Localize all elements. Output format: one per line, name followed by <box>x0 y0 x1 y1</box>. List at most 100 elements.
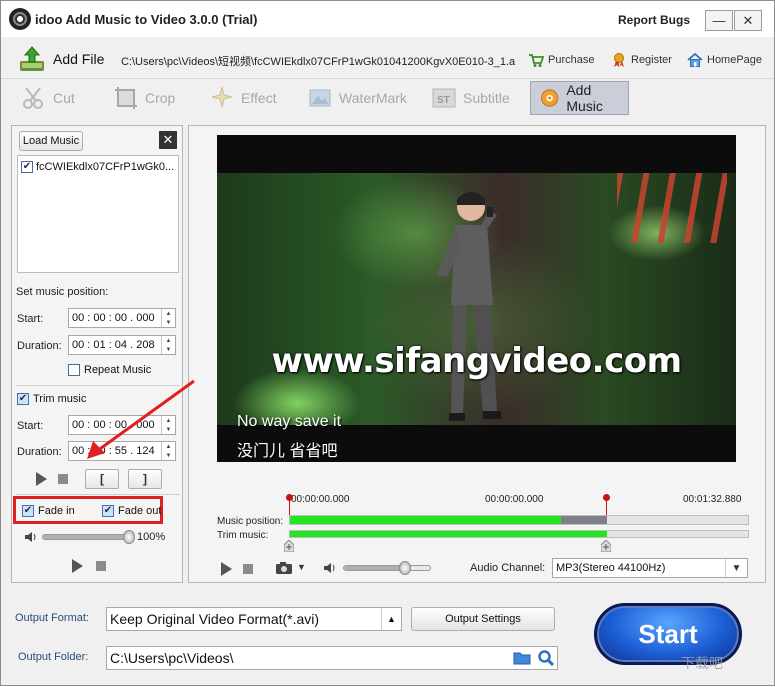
cart-icon <box>529 54 544 67</box>
purchase-link[interactable]: Purchase <box>528 52 594 68</box>
duration-stepper[interactable]: ▲ ▼ <box>161 336 175 354</box>
brand-watermark: 下载吧 <box>681 655 723 671</box>
music-panel: Load Music ✕ ✔ fcCWIEkdlx07CFrP1wGk0... … <box>11 125 183 583</box>
load-music-button[interactable]: Load Music <box>19 131 83 151</box>
register-link[interactable]: Register <box>611 52 672 68</box>
tab-watermark[interactable]: WaterMark <box>299 81 415 115</box>
file-path: C:\Users\pc\Videos\短视频\fcCWIEkdlx07CFrP1… <box>121 56 516 68</box>
music-play-button[interactable] <box>36 472 47 486</box>
timeline-start-time: 00:00:00.000 <box>291 494 350 505</box>
fade-out-box[interactable]: ✔ <box>102 505 114 517</box>
tab-add-music[interactable]: Add Music <box>530 81 629 115</box>
fade-out-label: Fade out <box>118 505 162 517</box>
fade-in-checkbox[interactable]: ✔ Fade in <box>22 505 75 517</box>
trim-duration-stepper[interactable]: ▲ ▼ <box>161 442 175 460</box>
subtitle-icon: ST <box>432 88 456 108</box>
speaker-icon[interactable] <box>24 531 38 543</box>
tab-cut[interactable]: Cut <box>13 81 83 115</box>
player-volume-knob[interactable] <box>399 561 412 575</box>
preview-stop-button[interactable] <box>96 561 106 571</box>
subtitle-english: No way save it <box>237 413 342 430</box>
fade-in-label: Fade in <box>38 505 75 517</box>
home-icon <box>687 52 703 67</box>
repeat-music-checkbox[interactable]: Repeat Music <box>68 364 151 376</box>
player-volume-slider[interactable] <box>343 561 431 575</box>
search-icon[interactable] <box>537 649 555 667</box>
crop-icon <box>115 87 137 109</box>
trim-music-checkbox[interactable]: ✔ Trim music <box>17 393 86 405</box>
trim-duration-input[interactable]: 00 : 00 : 55 . 124 ▲ ▼ <box>68 441 176 461</box>
preview-play-button[interactable] <box>72 559 83 573</box>
tab-crop[interactable]: Crop <box>105 81 183 115</box>
trim-start-handle[interactable] <box>284 540 294 552</box>
output-format-label: Output Format: <box>15 612 89 624</box>
trim-start-stepper[interactable]: ▲ ▼ <box>161 416 175 434</box>
singer-figure <box>437 192 501 421</box>
audio-channel-select[interactable]: MP3(Stereo 44100Hz) ▼ <box>552 558 748 578</box>
output-settings-button[interactable]: Output Settings <box>411 607 555 631</box>
set-music-position-label: Set music position: <box>16 286 109 298</box>
player-volume-fill <box>344 566 408 570</box>
trim-duration-label: Duration: <box>17 446 62 458</box>
tab-watermark-label: WaterMark <box>339 90 407 106</box>
tab-effect[interactable]: Effect <box>201 81 285 115</box>
music-volume-slider[interactable] <box>42 530 135 544</box>
start-time-stepper[interactable]: ▲ ▼ <box>161 309 175 327</box>
video-preview: www.sifangvideo.com No way save it 没门儿 省… <box>217 135 736 462</box>
music-position-fill <box>290 516 562 524</box>
title-bar: idoo Add Music to Video 3.0.0 (Trial) Re… <box>1 1 774 37</box>
ribbon-icon <box>614 53 624 67</box>
homepage-link[interactable]: HomePage <box>687 52 762 68</box>
list-item[interactable]: ✔ fcCWIEkdlx07CFrP1wGk0... <box>21 161 174 173</box>
start-time-input[interactable]: 00 : 00 : 00 . 000 ▲ ▼ <box>68 308 176 328</box>
tab-cut-label: Cut <box>53 90 75 106</box>
output-format-value: Keep Original Video Format(*.avi) <box>110 611 320 627</box>
tab-crop-label: Crop <box>145 90 176 106</box>
volume-percent: 100% <box>137 531 166 543</box>
music-volume-fill <box>43 535 131 539</box>
music-list: ✔ fcCWIEkdlx07CFrP1wGk0... <box>17 155 179 273</box>
folder-icon[interactable] <box>513 650 531 666</box>
output-folder-input[interactable]: C:\Users\pc\Videos\ <box>106 646 558 670</box>
add-file-button[interactable]: Add File <box>53 51 104 67</box>
music-position-track[interactable] <box>289 515 749 525</box>
mark-in-button[interactable]: [ <box>85 469 119 489</box>
minimize-button[interactable]: — <box>705 10 733 31</box>
duration-input[interactable]: 00 : 01 : 04 . 208 ▲ ▼ <box>68 335 176 355</box>
video-stop-button[interactable] <box>243 564 253 574</box>
add-file-icon[interactable] <box>17 45 47 73</box>
output-format-select[interactable]: Keep Original Video Format(*.avi) ▲ <box>106 607 402 631</box>
music-disc-icon <box>541 89 559 107</box>
timeline-end-time: 00:01:32.880 <box>683 494 742 505</box>
close-button[interactable]: ✕ <box>734 10 762 31</box>
camera-icon[interactable] <box>275 561 293 575</box>
fade-in-box[interactable]: ✔ <box>22 505 34 517</box>
tab-subtitle[interactable]: ST Subtitle <box>423 81 518 115</box>
mark-out-button[interactable]: ] <box>128 469 162 489</box>
homepage-label: HomePage <box>707 54 763 66</box>
trim-end-handle[interactable] <box>601 540 612 552</box>
music-item-checkbox[interactable]: ✔ <box>21 161 33 173</box>
chevron-down-icon[interactable]: ▼ <box>725 559 747 577</box>
fade-out-checkbox[interactable]: ✔ Fade out <box>102 505 161 517</box>
trim-start-input[interactable]: 00 : 00 : 00 . 000 ▲ ▼ <box>68 415 176 435</box>
window-title: idoo Add Music to Video 3.0.0 (Trial) <box>35 12 258 27</box>
svg-text:ST: ST <box>437 95 450 106</box>
music-volume-knob[interactable] <box>123 530 135 544</box>
stage-stripes <box>617 173 727 243</box>
trim-music-box[interactable]: ✔ <box>17 393 29 405</box>
repeat-music-box[interactable] <box>68 364 80 376</box>
remove-music-button[interactable]: ✕ <box>159 131 177 149</box>
trim-music-track-label: Trim music: <box>217 530 269 541</box>
snapshot-dropdown-icon[interactable]: ▼ <box>297 562 306 572</box>
trim-start-label: Start: <box>17 420 44 432</box>
player-speaker-icon[interactable] <box>323 562 337 574</box>
trim-duration-value: 00 : 00 : 55 . 124 <box>72 445 155 457</box>
music-stop-button[interactable] <box>58 474 68 484</box>
repeat-music-label: Repeat Music <box>84 364 152 376</box>
chevron-up-icon[interactable]: ▲ <box>381 608 401 630</box>
video-play-button[interactable] <box>221 562 232 576</box>
trim-music-track[interactable] <box>289 530 749 538</box>
player-controls: ▼ Audio Channel: MP3(Stereo 44100Hz) ▼ <box>189 558 767 580</box>
report-bugs-link[interactable]: Report Bugs <box>618 13 690 27</box>
